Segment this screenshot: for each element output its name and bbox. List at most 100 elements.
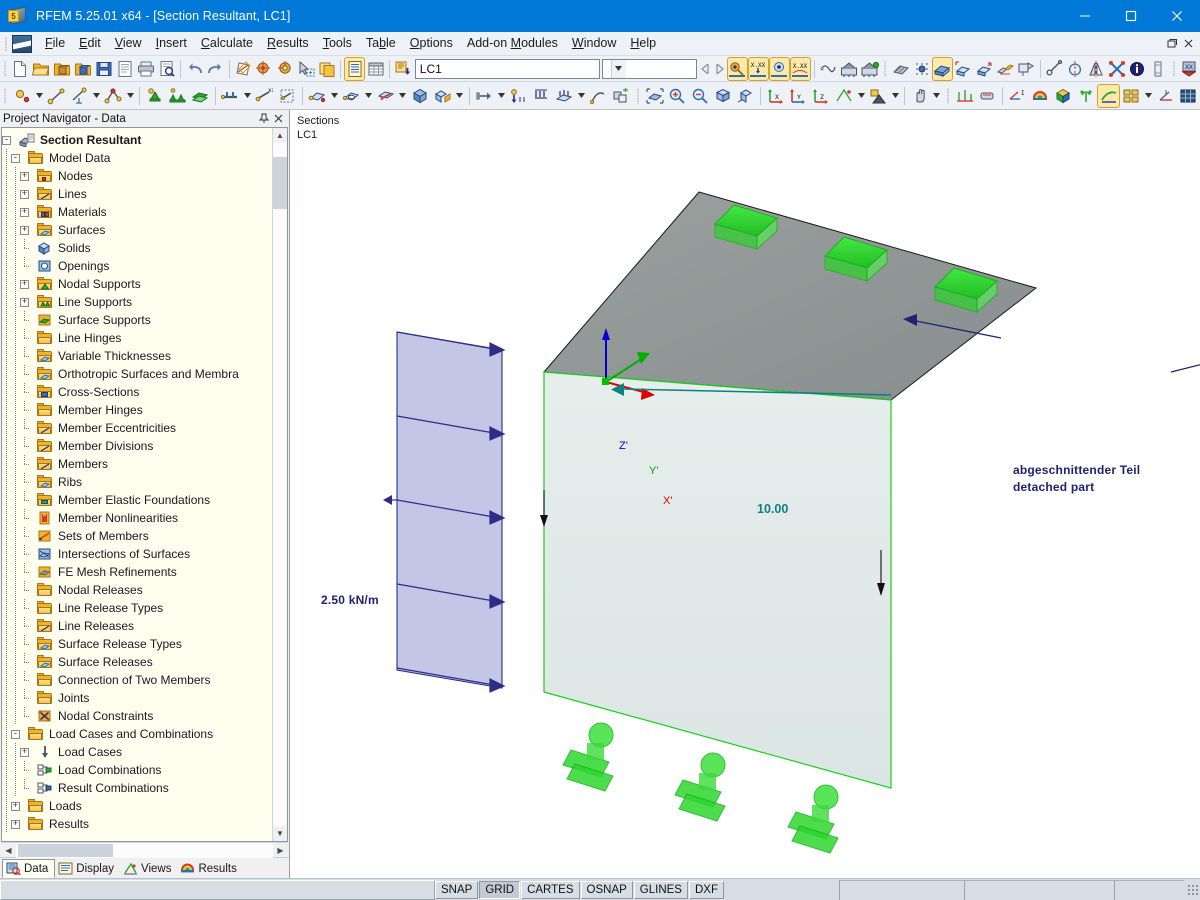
find-node-icon[interactable] xyxy=(255,58,274,80)
tree-item-ribs[interactable]: Ribs xyxy=(2,473,272,491)
tree-item-member-hinges[interactable]: Member Hinges xyxy=(2,401,272,419)
new-nodal-support-icon[interactable] xyxy=(144,85,165,107)
hscroll-thumb[interactable] xyxy=(18,843,113,857)
navigator-horizontal-scrollbar[interactable]: ◀ ▶ xyxy=(1,842,288,858)
select-special-icon[interactable] xyxy=(297,58,316,80)
mdi-close-button[interactable] xyxy=(1180,35,1196,53)
model-view-icon[interactable] xyxy=(954,58,973,80)
menu-insert[interactable]: Insert xyxy=(149,33,194,54)
menu-file[interactable]: FFileile xyxy=(38,33,72,54)
new-node-dropdown[interactable] xyxy=(34,85,43,107)
new-polyline-dropdown[interactable] xyxy=(126,85,135,107)
view-y-icon[interactable]: Y xyxy=(788,85,809,107)
new-rib-dropdown[interactable] xyxy=(398,85,407,107)
tree-item-section-resultant[interactable]: - Section Resultant xyxy=(2,131,272,149)
tree-item-surface-release-types[interactable]: Surface Release Types xyxy=(2,635,272,653)
grid-table-icon[interactable] xyxy=(366,58,385,80)
tree-item-members[interactable]: Members xyxy=(2,455,272,473)
tree-item-results[interactable]: + Results xyxy=(2,815,272,833)
tree-item-model-data[interactable]: - Model Data xyxy=(2,149,272,167)
status-toggle-dxf[interactable]: DXF xyxy=(688,880,724,899)
tables-icon[interactable] xyxy=(344,56,366,81)
result-diagram-icon[interactable]: X.XX xyxy=(789,56,811,81)
view-dropdown[interactable] xyxy=(857,85,866,107)
tree-item-solids[interactable]: Solids xyxy=(2,239,272,257)
resize-grip[interactable] xyxy=(1186,883,1200,897)
tree-item-loads[interactable]: + Loads xyxy=(2,797,272,815)
tree-toggle-expand[interactable]: + xyxy=(20,207,29,217)
tree-item-nodal-releases[interactable]: Nodal Releases xyxy=(2,581,272,599)
new-member-icon[interactable] xyxy=(220,85,241,107)
tree-item-cross-sections[interactable]: Cross-Sections xyxy=(2,383,272,401)
new-load-dropdown[interactable] xyxy=(576,85,585,107)
import-icon[interactable] xyxy=(394,58,413,80)
tree-item-line-hinges[interactable]: Line Hinges xyxy=(2,329,272,347)
column-icon[interactable] xyxy=(1149,58,1168,80)
new-member-dropdown[interactable] xyxy=(243,85,252,107)
status-toggle-glines[interactable]: GLINES xyxy=(633,880,688,899)
menu-calculate[interactable]: Calculate xyxy=(194,33,260,54)
tree-item-member-divisions[interactable]: Member Divisions xyxy=(2,437,272,455)
section-icon[interactable] xyxy=(868,85,889,107)
save-icon[interactable] xyxy=(95,58,114,80)
menu-options[interactable]: Options xyxy=(403,33,460,54)
tree-toggle-expand[interactable]: + xyxy=(20,747,29,757)
new-node-icon[interactable] xyxy=(12,85,33,107)
save-package-icon[interactable] xyxy=(74,58,93,80)
animation-icon[interactable] xyxy=(818,58,837,80)
view-x-icon[interactable]: X xyxy=(765,85,786,107)
section-resultant-icon[interactable] xyxy=(1097,83,1120,108)
navigator-vertical-scrollbar[interactable]: ▲ ▼ xyxy=(272,128,287,841)
new-surface-load-icon[interactable] xyxy=(554,85,575,107)
mesh-settings-icon[interactable] xyxy=(912,58,931,80)
new-line-dropdown[interactable] xyxy=(92,85,101,107)
tree-toggle-expand[interactable]: + xyxy=(11,801,20,811)
tree-item-surfaces[interactable]: + Surfaces xyxy=(2,221,272,239)
chevron-down-icon[interactable] xyxy=(610,59,626,78)
navigator-tab-results[interactable]: Results xyxy=(177,859,242,878)
status-toggle-osnap[interactable]: OSNAP xyxy=(580,880,633,899)
tree-item-intersections-of-surfaces[interactable]: Intersections of Surfaces xyxy=(2,545,272,563)
windows-tile-icon[interactable] xyxy=(1121,85,1142,107)
tree-toggle-expand[interactable]: + xyxy=(20,225,29,235)
view-toolbar-grip[interactable] xyxy=(635,86,642,106)
scroll-right-button[interactable]: ▶ xyxy=(273,843,288,858)
new-nodal-load-icon[interactable] xyxy=(474,85,495,107)
tree-item-fe-mesh-refinements[interactable]: FE Mesh Refinements xyxy=(2,563,272,581)
tree-item-result-combinations[interactable]: Result Combinations xyxy=(2,779,272,797)
tree-item-nodal-supports[interactable]: + Nodal Supports xyxy=(2,275,272,293)
pan-hand-icon[interactable] xyxy=(909,85,930,107)
pin-icon[interactable] xyxy=(257,111,271,126)
tree-item-sets-of-members[interactable]: Sets of Members xyxy=(2,527,272,545)
new-surface-icon[interactable] xyxy=(307,85,328,107)
new-line-icon[interactable] xyxy=(46,85,67,107)
hscroll-track[interactable] xyxy=(16,842,273,858)
new-surface-dropdown[interactable] xyxy=(329,85,338,107)
tree-item-orthotropic-surfaces-and-membra[interactable]: Orthotropic Surfaces and Membra xyxy=(2,365,272,383)
visibility-icon[interactable] xyxy=(996,58,1015,80)
zoom-window-icon[interactable] xyxy=(713,85,734,107)
menu-view[interactable]: View xyxy=(108,33,149,54)
tree-item-load-combinations[interactable]: Load Combinations xyxy=(2,761,272,779)
tree-item-line-releases[interactable]: Line Releases xyxy=(2,617,272,635)
solid-results-icon[interactable] xyxy=(1052,85,1073,107)
tree-item-line-release-types[interactable]: Line Release Types xyxy=(2,599,272,617)
status-toggle-cartes[interactable]: CARTES xyxy=(521,880,580,899)
load-case-combo[interactable]: LC1 xyxy=(414,58,600,79)
clipping-icon[interactable] xyxy=(1017,58,1036,80)
tree-item-nodes[interactable]: + Nodes xyxy=(2,167,272,185)
load-wizard-icon[interactable] xyxy=(1155,85,1176,107)
redo-icon[interactable] xyxy=(206,58,225,80)
tree-item-line-supports[interactable]: + Line Supports xyxy=(2,293,272,311)
status-toggle-grid[interactable]: GRID xyxy=(479,880,521,899)
view-isometric-icon[interactable] xyxy=(735,85,756,107)
new-solid-dropdown[interactable] xyxy=(455,85,464,107)
menu-window[interactable]: Window xyxy=(565,33,623,54)
mirror-icon[interactable] xyxy=(1086,58,1105,80)
scroll-down-button[interactable]: ▼ xyxy=(273,826,287,841)
print-preview-icon[interactable] xyxy=(157,58,176,80)
section-dropdown[interactable] xyxy=(891,85,900,107)
new-member-nx-icon[interactable]: xx xyxy=(254,85,275,107)
tree-item-member-elastic-foundations[interactable]: Member Elastic Foundations xyxy=(2,491,272,509)
minimize-button[interactable] xyxy=(1062,0,1108,32)
